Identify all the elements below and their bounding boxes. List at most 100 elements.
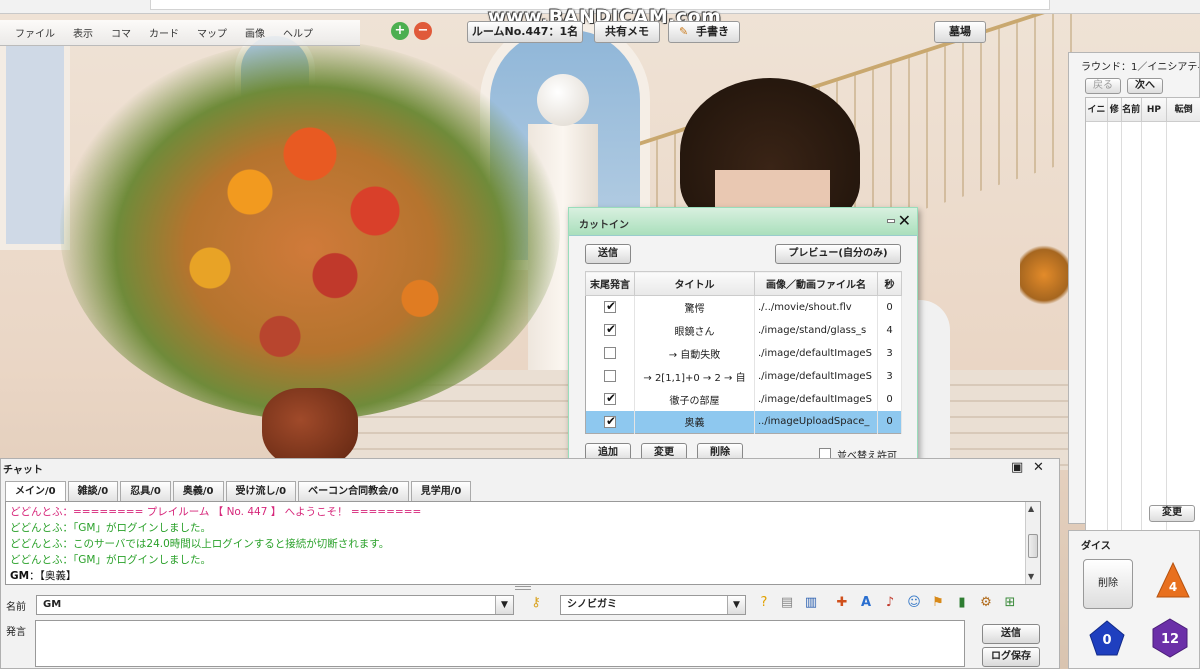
chat-tabs: メイン/0 雑談/0 忍具/0 奥義/0 受け流し/0 ベーコン合同教会/0 見… [5,481,473,501]
document-icon[interactable]: ▤ [779,595,795,611]
initiative-change-button[interactable]: 変更 [1149,505,1195,522]
battery-icon[interactable]: ▮ [954,595,970,611]
chat-menu-icon[interactable]: ▣ [1011,460,1023,475]
cutin-row[interactable]: 奥義../imageUploadSpace_0 [585,410,902,434]
col-file[interactable]: 画像／動画ファイル名 [754,271,878,296]
cutin-row[interactable]: → 自動失敗 ./image/defaultImageS 3 [585,341,902,365]
zoom-in-icon[interactable]: + [391,22,409,40]
log-save-button[interactable]: ログ保存 [982,647,1040,667]
chat-close-icon[interactable]: ✕ [1033,460,1044,475]
minimize-icon[interactable] [887,219,895,223]
last-message-checkbox[interactable] [604,299,616,314]
next-button[interactable]: 次へ [1127,78,1163,94]
scene-button[interactable]: 墓場 [934,21,986,43]
scroll-thumb[interactable] [1028,534,1038,558]
chat-message: どどんとふ：「GM」がログインしました。 [10,520,1036,536]
note-add-icon[interactable]: ✚ [834,595,850,611]
name-select[interactable]: GM ▼ [36,595,514,615]
d4-icon[interactable]: 4 [1155,561,1191,601]
chevron-down-icon[interactable]: ▼ [727,596,745,614]
cutin-table: 末尾発言 タイトル 画像／動画ファイル名 秒 驚愕./../movie/shou… [585,271,902,434]
chat-log: どどんとふ：======== プレイルーム 【 No. 447 】 へようこそ！… [5,501,1041,585]
menu-image[interactable]: 画像 [236,25,274,40]
vase [262,388,358,468]
sound-icon[interactable]: ♪ [882,595,898,611]
col-name[interactable]: 名前 [1122,98,1142,121]
cutin-row[interactable]: 眼鏡さん./image/stand/glass_s4 [585,318,902,342]
chat-message: どどんとふ：「GM」がログインしました。 [10,552,1036,568]
scroll-up-icon[interactable]: ▲ [1028,504,1034,513]
settings-icon[interactable]: ⚙ [978,595,994,611]
chat-speaker: どどんとふ [10,506,63,518]
book-icon[interactable]: ▥ [803,595,819,611]
cutin-send-button[interactable]: 送信 [585,244,631,264]
prev-button[interactable]: 戻る [1085,78,1121,94]
chat-title: チャット [3,465,43,476]
d10-icon[interactable]: 0 [1087,619,1127,659]
cutin-row[interactable]: 徹子の部屋./image/defaultImageS0 [585,387,902,411]
tab-spectator[interactable]: 見学用/0 [410,481,472,501]
message-input[interactable] [35,620,965,667]
help-icon[interactable]: ? [756,595,772,611]
tab-ninja-tools[interactable]: 忍具/0 [120,481,171,501]
shared-memo-button[interactable]: 共有メモ [594,21,660,43]
font-icon[interactable]: A [858,595,874,611]
col-initiative[interactable]: イニ [1086,98,1108,121]
chat-speaker: どどんとふ [10,554,63,566]
tab-bacon-church[interactable]: ベーコン合同教会/0 [298,481,409,501]
menu-file[interactable]: ファイル [6,25,64,40]
d12-icon[interactable]: 12 [1149,617,1191,659]
last-message-checkbox[interactable] [604,391,616,405]
game-system-select[interactable]: シノビガミ ▼ [560,595,746,615]
flower-arrangement [60,40,560,420]
broom-icon[interactable]: ⚑ [930,595,946,611]
last-message-checkbox[interactable] [604,414,616,428]
tab-ougi[interactable]: 奥義/0 [172,481,224,501]
col-modifier[interactable]: 修 [1108,98,1122,121]
chevron-down-icon[interactable]: ▼ [495,596,513,614]
cutin-seconds-cell: 0 [877,387,902,411]
file-add-icon[interactable]: ⊞ [1002,595,1018,611]
last-message-checkbox[interactable] [604,347,616,359]
tab-chatter[interactable]: 雑談/0 [67,481,119,501]
menu-view[interactable]: 表示 [64,25,102,40]
zoom-out-icon[interactable]: − [414,22,432,40]
col-last-message[interactable]: 末尾発言 [585,271,635,296]
close-icon[interactable]: ✕ [898,211,911,230]
message-label: 発言 [6,627,26,638]
cutin-seconds-cell: 3 [877,341,902,365]
menu-bar: ファイル 表示 コマ カード マップ 画像 ヘルプ [0,20,360,46]
scroll-down-icon[interactable]: ▼ [1028,572,1034,581]
menu-map[interactable]: マップ [188,25,236,40]
dice-delete-button[interactable]: 削除 [1083,559,1133,609]
tab-parry[interactable]: 受け流し/0 [225,481,297,501]
tab-main[interactable]: メイン/0 [5,481,66,501]
room-info-button[interactable]: ルームNo.447：1名 [467,21,583,43]
cutin-title-cell: 眼鏡さん [634,318,755,342]
cutin-titlebar[interactable]: カットイン ✕ [569,208,917,236]
last-message-checkbox[interactable] [604,370,616,382]
last-message-checkbox[interactable] [604,322,616,336]
d4-value: 4 [1169,580,1177,594]
handwrite-button[interactable]: ✎ 手書き [668,21,740,43]
chat-text: ：「GM」がログインしました。 [62,554,211,566]
resize-handle[interactable] [515,586,531,590]
col-hp[interactable]: HP [1142,98,1168,121]
col-fall[interactable]: 転倒 [1167,98,1200,121]
cutin-row[interactable]: 驚愕./../movie/shout.flv0 [585,295,902,319]
people-icon[interactable]: ☺ [906,595,922,611]
cutin-row[interactable]: → 2[1,1]+0 → 2 → 自 ./image/defaultImageS 3 [585,364,902,388]
col-title[interactable]: タイトル [634,271,755,296]
initiative-title: ラウンド：1／イニシアティブ： [1081,62,1199,73]
d10-value: 0 [1102,633,1111,648]
key-icon[interactable]: ⚷ [528,595,544,611]
col-seconds[interactable]: 秒 [877,271,902,296]
chat-scrollbar[interactable]: ▲ ▼ [1025,502,1040,584]
chat-send-button[interactable]: 送信 [982,624,1040,644]
menu-card[interactable]: カード [140,25,188,40]
dice-panel: ダイス 削除 4 0 12 [1068,530,1200,669]
cutin-title-cell: 奥義 [634,410,755,434]
cutin-preview-button[interactable]: プレビュー(自分のみ) [775,244,901,264]
menu-help[interactable]: ヘルプ [274,25,322,40]
menu-piece[interactable]: コマ [102,25,140,40]
